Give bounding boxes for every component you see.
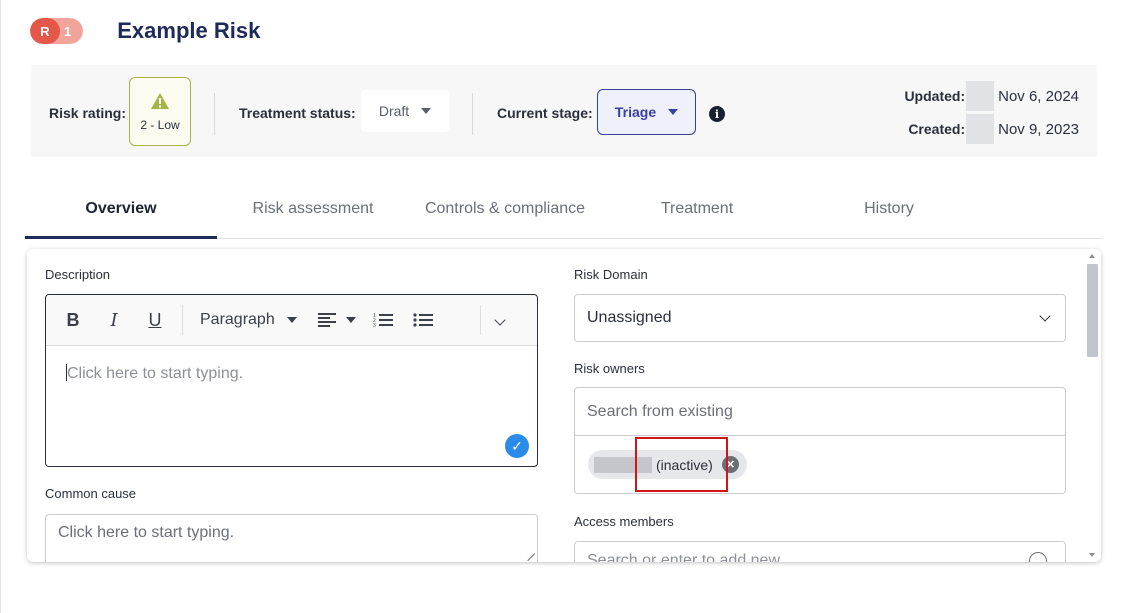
- tab-overview[interactable]: Overview: [25, 190, 217, 239]
- common-cause-input[interactable]: Click here to start typing.: [45, 514, 538, 562]
- paragraph-style-dropdown[interactable]: Paragraph: [183, 311, 311, 329]
- treatment-status-dropdown[interactable]: Draft: [361, 90, 449, 132]
- editor-toolbar: B I U Paragraph 123: [46, 295, 537, 346]
- risk-domain-label: Risk Domain: [574, 267, 648, 282]
- numbered-list-icon: 123: [373, 313, 393, 328]
- caret-down-icon: [668, 109, 679, 115]
- risk-rating-value: 2 - Low: [140, 117, 180, 132]
- caret-down-icon: [346, 317, 356, 323]
- risk-id-badge: R 1: [30, 18, 84, 44]
- scroll-down-icon[interactable]: [1089, 553, 1095, 557]
- warning-icon: [151, 92, 169, 109]
- tab-controls-compliance[interactable]: Controls & compliance: [409, 190, 601, 238]
- updated-date: Nov 6, 2024: [998, 87, 1079, 105]
- bullet-list-button[interactable]: [403, 312, 443, 328]
- risk-owners-label: Risk owners: [574, 361, 645, 376]
- resize-handle-icon[interactable]: [520, 546, 536, 562]
- tab-risk-assessment[interactable]: Risk assessment: [217, 190, 409, 238]
- badge-prefix: R: [30, 18, 60, 44]
- treatment-status-value: Draft: [378, 103, 410, 119]
- page-left-border: [0, 0, 1, 613]
- divider: [214, 93, 215, 135]
- risk-rating-badge[interactable]: 2 - Low: [129, 77, 191, 146]
- common-cause-label: Common cause: [45, 486, 137, 501]
- underline-button[interactable]: U: [128, 310, 182, 331]
- created-row: Created: Nov 9, 2023: [901, 114, 1079, 144]
- italic-button[interactable]: I: [100, 310, 128, 331]
- updated-label: Updated:: [904, 88, 966, 104]
- status-bar: Risk rating: 2 - Low Treatment status: D…: [31, 65, 1097, 157]
- page-title: Example Risk: [117, 18, 261, 43]
- bold-button[interactable]: B: [46, 310, 100, 331]
- access-members-placeholder: Search or enter to add new: [587, 552, 781, 562]
- info-icon[interactable]: i: [709, 106, 725, 122]
- description-editor: B I U Paragraph 123 Click here to start …: [45, 294, 538, 467]
- tab-bar: Overview Risk assessment Controls & comp…: [25, 190, 1103, 239]
- description-input[interactable]: Click here to start typing. ✓: [46, 346, 537, 466]
- access-members-label: Access members: [574, 514, 674, 529]
- current-stage-dropdown[interactable]: Triage: [597, 89, 696, 135]
- created-date: Nov 9, 2023: [998, 120, 1079, 138]
- align-left-icon: [318, 313, 336, 327]
- caret-down-icon: [421, 108, 432, 114]
- divider: [472, 93, 473, 135]
- description-placeholder: Click here to start typing.: [67, 365, 244, 382]
- risk-header: R 1 Example Risk: [30, 18, 260, 44]
- highlight-annotation: [635, 437, 728, 492]
- check-icon: ✓: [505, 434, 529, 458]
- align-dropdown[interactable]: [311, 313, 363, 327]
- scrollbar-thumb[interactable]: [1087, 264, 1098, 357]
- scrollbar[interactable]: [1084, 249, 1101, 562]
- overview-card: Description B I U Paragraph 123 Click he…: [27, 249, 1101, 562]
- current-stage-value: Triage: [614, 104, 657, 120]
- bullet-list-icon: [413, 313, 433, 327]
- treatment-status-label: Treatment status:: [239, 105, 356, 121]
- risk-rating-label: Risk rating:: [49, 105, 127, 121]
- risk-domain-value: Unassigned: [587, 309, 672, 326]
- tab-treatment[interactable]: Treatment: [601, 190, 793, 238]
- add-circle-icon[interactable]: [1029, 552, 1047, 562]
- risk-owners-placeholder: Search from existing: [587, 402, 733, 420]
- risk-domain-select[interactable]: Unassigned: [574, 294, 1066, 342]
- redacted-block: [966, 114, 995, 144]
- updated-row: Updated: Nov 6, 2024: [901, 81, 1079, 111]
- common-cause-placeholder: Click here to start typing.: [58, 524, 235, 541]
- scroll-up-icon[interactable]: [1089, 254, 1095, 258]
- tab-history[interactable]: History: [793, 190, 985, 238]
- numbered-list-button[interactable]: 123: [363, 312, 403, 328]
- access-members-input[interactable]: Search or enter to add new: [574, 541, 1066, 562]
- current-stage-label: Current stage:: [497, 105, 593, 121]
- svg-text:3: 3: [373, 323, 376, 328]
- description-label: Description: [45, 267, 111, 282]
- paragraph-style-value: Paragraph: [200, 311, 275, 328]
- more-options-button[interactable]: [481, 314, 519, 326]
- created-label: Created:: [908, 121, 966, 137]
- chevron-down-icon: [494, 314, 506, 326]
- caret-down-icon: [286, 317, 297, 323]
- chevron-down-icon: [1039, 310, 1051, 322]
- risk-owners-search-input[interactable]: Search from existing: [575, 388, 1065, 436]
- redacted-block: [966, 81, 995, 111]
